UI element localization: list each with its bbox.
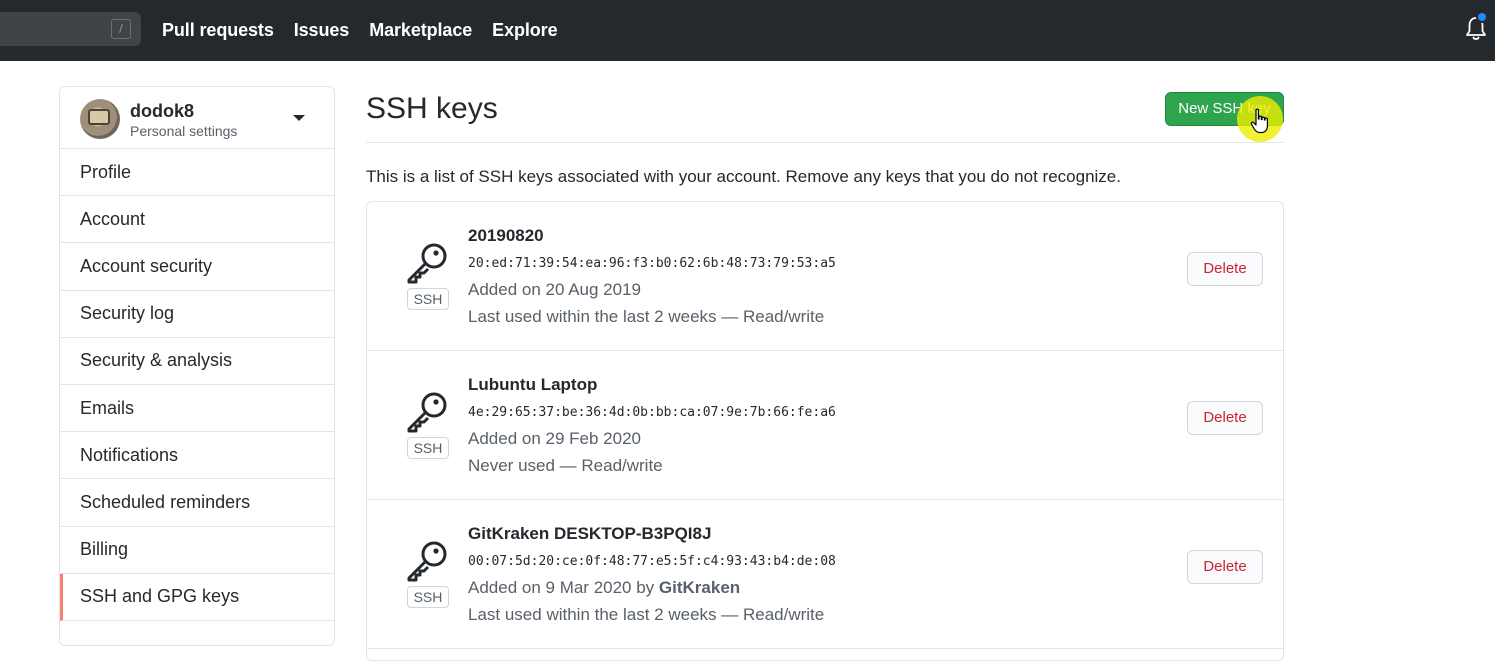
sidebar-item-ssh-gpg-keys[interactable]: SSH and GPG keys — [60, 573, 334, 621]
key-icon — [407, 243, 447, 284]
ssh-key-row: SSH GitKraken DESKTOP-B3PQI8J 00:07:5d:2… — [367, 500, 1283, 649]
key-title: 20190820 — [468, 226, 544, 245]
key-title: GitKraken DESKTOP-B3PQI8J — [468, 524, 712, 543]
username: dodok8 — [130, 101, 195, 121]
sidebar-item-profile[interactable]: Profile — [60, 149, 334, 197]
key-fingerprint: 00:07:5d:20:ce:0f:48:77:e5:5f:c4:93:43:b… — [468, 554, 836, 569]
key-icon — [407, 392, 447, 433]
nav-marketplace[interactable]: Marketplace — [369, 20, 472, 41]
key-fingerprint: 4e:29:65:37:be:36:4d:0b:bb:ca:07:9e:7b:6… — [468, 405, 836, 420]
nav-explore[interactable]: Explore — [492, 20, 557, 41]
sidebar-item-security-log[interactable]: Security log — [60, 291, 334, 338]
main-nav: Pull requests Issues Marketplace Explore — [162, 0, 558, 61]
sidebar-item-security-analysis[interactable]: Security & analysis — [60, 338, 334, 385]
ssh-key-row: SSH 20190820 20:ed:71:39:54:ea:96:f3:b0:… — [367, 202, 1283, 351]
ssh-key-row: SSH Lubuntu Laptop 4e:29:65:37:be:36:4d:… — [367, 351, 1283, 500]
delete-key-button[interactable]: Delete — [1187, 550, 1263, 584]
settings-sidebar: dodok8 Personal settings Profile Account… — [59, 86, 335, 646]
user-context-switcher[interactable]: dodok8 Personal settings — [60, 87, 334, 149]
delete-key-button[interactable]: Delete — [1187, 252, 1263, 286]
hand-pointer-icon — [1250, 108, 1268, 134]
key-added-by-link[interactable]: GitKraken — [659, 578, 740, 597]
sidebar-item-notifications[interactable]: Notifications — [60, 432, 334, 480]
nav-pull-requests[interactable]: Pull requests — [162, 20, 274, 41]
search-input[interactable]: / — [0, 12, 141, 46]
key-fingerprint: 20:ed:71:39:54:ea:96:f3:b0:62:6b:48:73:7… — [468, 256, 836, 271]
key-added-date: Added on 29 Feb 2020 — [468, 429, 641, 449]
sidebar-item-billing[interactable]: Billing — [60, 527, 334, 574]
sidebar-item-emails[interactable]: Emails — [60, 385, 334, 433]
key-added-text: Added on 29 Feb 2020 — [468, 429, 641, 448]
notification-dot — [1476, 11, 1488, 23]
sidebar-item-account[interactable]: Account — [60, 196, 334, 244]
sidebar-item-account-security[interactable]: Account security — [60, 243, 334, 291]
sidebar-item-scheduled-reminders[interactable]: Scheduled reminders — [60, 479, 334, 527]
ssh-badge: SSH — [407, 288, 449, 310]
ssh-badge: SSH — [407, 586, 449, 608]
search-shortcut-key: / — [111, 19, 131, 39]
top-header: / Pull requests Issues Marketplace Explo… — [0, 0, 1495, 61]
avatar — [80, 99, 120, 139]
title-divider — [366, 142, 1284, 143]
key-added-date: Added on 20 Aug 2019 — [468, 280, 641, 300]
key-last-used: Never used — Read/write — [468, 456, 663, 475]
personal-settings-label: Personal settings — [130, 123, 238, 139]
key-title: Lubuntu Laptop — [468, 375, 598, 394]
key-icon — [407, 541, 447, 582]
page-title: SSH keys — [366, 92, 498, 125]
ssh-key-list: SSH 20190820 20:ed:71:39:54:ea:96:f3:b0:… — [366, 201, 1284, 661]
ssh-keys-description: This is a list of SSH keys associated wi… — [366, 167, 1121, 186]
key-added-text: Added on 20 Aug 2019 — [468, 280, 641, 299]
key-added-text: Added on 9 Mar 2020 by — [468, 578, 655, 597]
key-last-used: Last used within the last 2 weeks — Read… — [468, 605, 825, 624]
key-added-date: Added on 9 Mar 2020 by GitKraken — [468, 578, 740, 598]
key-last-used: Last used within the last 2 weeks — Read… — [468, 307, 825, 326]
nav-issues[interactable]: Issues — [294, 20, 350, 41]
ssh-badge: SSH — [407, 437, 449, 459]
delete-key-button[interactable]: Delete — [1187, 401, 1263, 435]
caret-down-icon[interactable] — [293, 115, 305, 121]
